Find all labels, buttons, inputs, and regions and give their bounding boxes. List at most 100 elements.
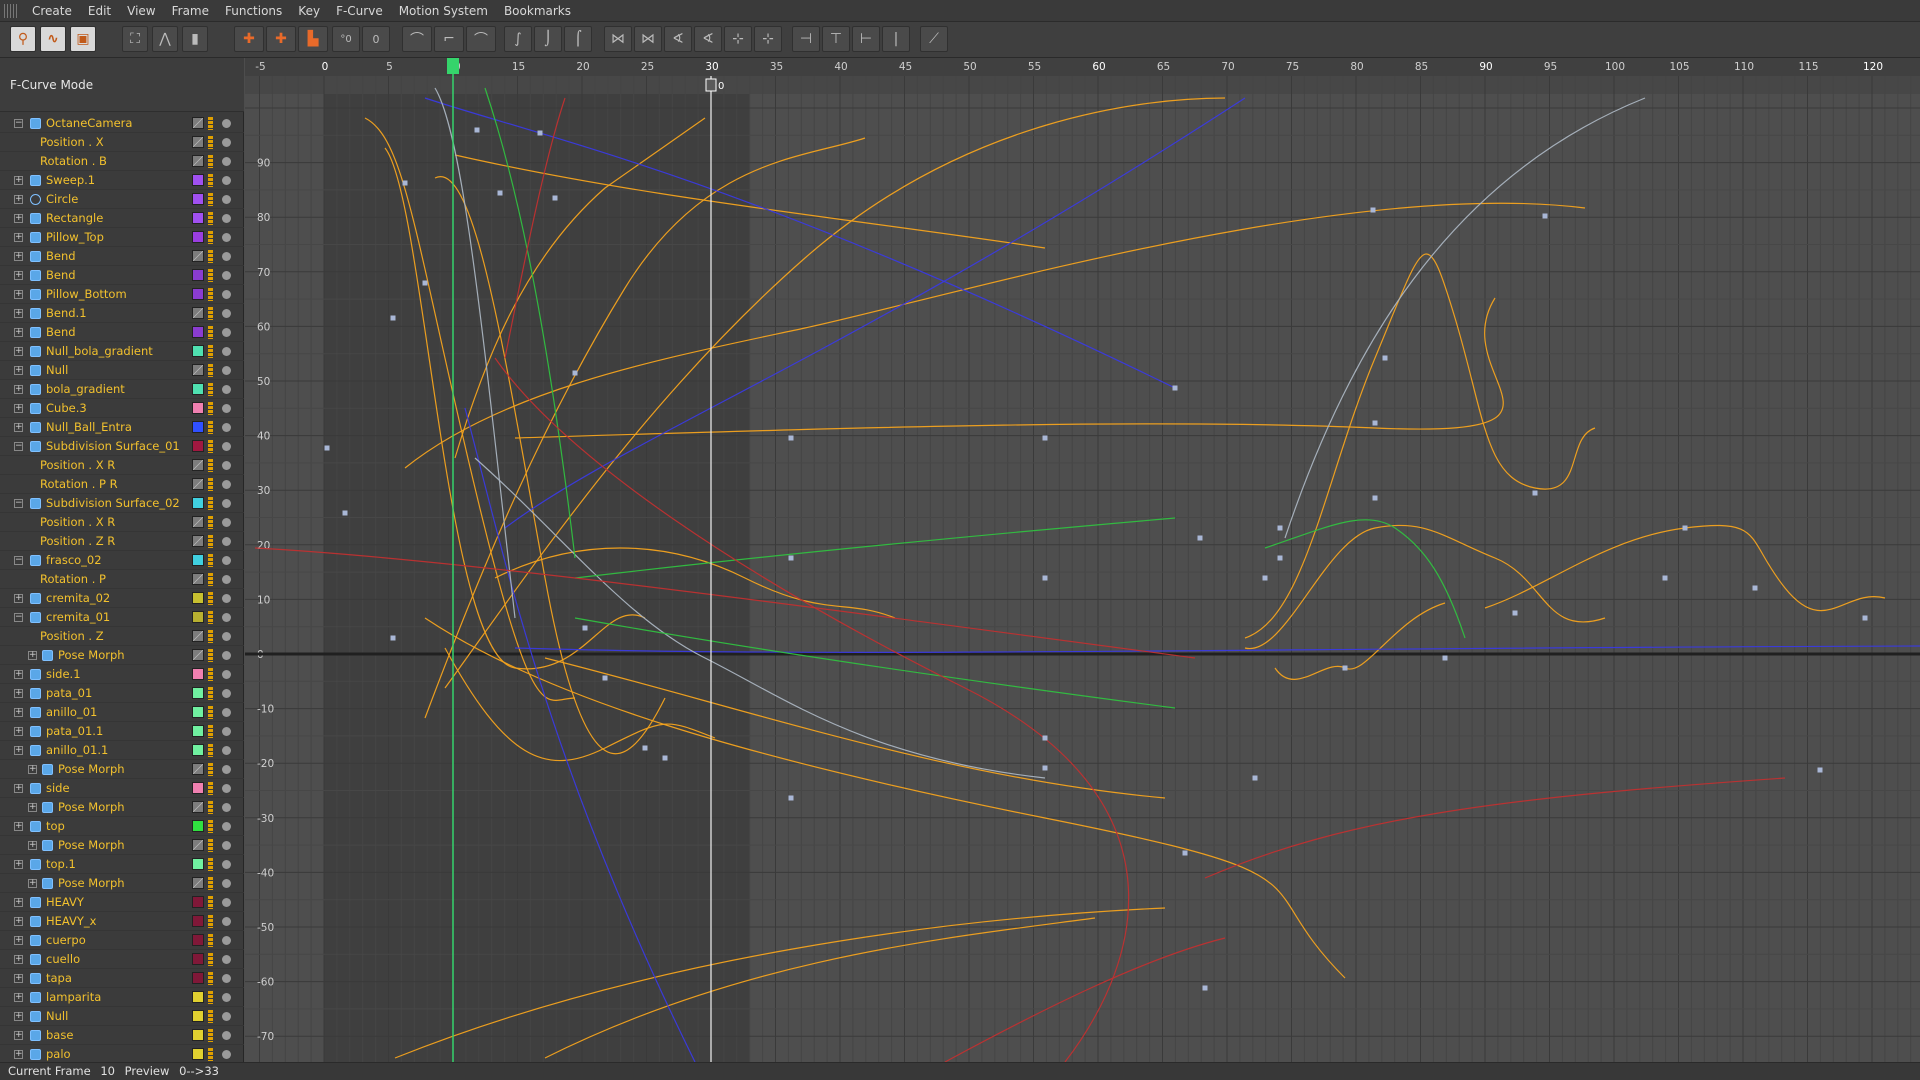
track-color-swatch[interactable]: [192, 402, 204, 414]
track-row[interactable]: + Pose Morph: [0, 798, 244, 817]
track-solo-toggle[interactable]: [222, 575, 231, 584]
track-solo-toggle[interactable]: [222, 917, 231, 926]
layer-button[interactable]: ⟋: [920, 26, 948, 52]
track-color-swatch[interactable]: [192, 953, 204, 965]
expand-icon[interactable]: +: [28, 765, 37, 774]
track-color-swatch[interactable]: [192, 991, 204, 1003]
menu-motion-system[interactable]: Motion System: [391, 0, 496, 22]
track-solo-toggle[interactable]: [222, 214, 231, 223]
track-solo-toggle[interactable]: [222, 233, 231, 242]
track-row[interactable]: + pata_01.1: [0, 722, 244, 741]
unify-tangents-button[interactable]: ⋈: [634, 26, 662, 52]
expand-icon[interactable]: +: [14, 328, 23, 337]
track-solo-toggle[interactable]: [222, 670, 231, 679]
track-solo-toggle[interactable]: [222, 347, 231, 356]
track-row[interactable]: + Rectangle: [0, 209, 244, 228]
menu-fcurve[interactable]: F-Curve: [328, 0, 391, 22]
menu-functions[interactable]: Functions: [217, 0, 290, 22]
track-color-swatch[interactable]: [192, 706, 204, 718]
expand-icon[interactable]: +: [14, 898, 23, 907]
track-color-swatch[interactable]: [192, 630, 204, 642]
track-row[interactable]: + base: [0, 1026, 244, 1045]
track-row[interactable]: + Bend: [0, 323, 244, 342]
track-color-swatch[interactable]: [192, 782, 204, 794]
track-solo-toggle[interactable]: [222, 442, 231, 451]
track-solo-toggle[interactable]: [222, 138, 231, 147]
snap-button[interactable]: ▮: [182, 26, 208, 52]
track-solo-toggle[interactable]: [222, 879, 231, 888]
track-solo-toggle[interactable]: [222, 537, 231, 546]
track-color-swatch[interactable]: [192, 231, 204, 243]
collapse-icon[interactable]: −: [14, 499, 23, 508]
expand-icon[interactable]: +: [14, 233, 23, 242]
expand-icon[interactable]: +: [14, 366, 23, 375]
track-row[interactable]: + Null: [0, 1007, 244, 1026]
track-solo-toggle[interactable]: [222, 822, 231, 831]
track-row[interactable]: + Bend: [0, 247, 244, 266]
track-color-swatch[interactable]: [192, 763, 204, 775]
track-solo-toggle[interactable]: [222, 480, 231, 489]
add-keys-button[interactable]: ✚: [266, 26, 296, 52]
track-row[interactable]: − Subdivision Surface_01: [0, 437, 244, 456]
track-row[interactable]: + tapa: [0, 969, 244, 988]
expand-icon[interactable]: +: [14, 195, 23, 204]
track-row[interactable]: + cuello: [0, 950, 244, 969]
track-row[interactable]: + anillo_01.1: [0, 741, 244, 760]
track-row[interactable]: Position . Z R: [0, 532, 244, 551]
track-solo-toggle[interactable]: [222, 556, 231, 565]
track-solo-toggle[interactable]: [222, 271, 231, 280]
break-tangents-button[interactable]: ⋈: [604, 26, 632, 52]
track-color-swatch[interactable]: [192, 877, 204, 889]
add-key-button[interactable]: ✚: [234, 26, 264, 52]
track-color-swatch[interactable]: [192, 516, 204, 528]
track-color-swatch[interactable]: [192, 345, 204, 357]
clamp-button[interactable]: ⊹: [754, 26, 782, 52]
track-solo-toggle[interactable]: [222, 499, 231, 508]
track-solo-toggle[interactable]: [222, 727, 231, 736]
track-color-swatch[interactable]: [192, 155, 204, 167]
track-solo-toggle[interactable]: [222, 784, 231, 793]
expand-icon[interactable]: +: [14, 176, 23, 185]
track-row[interactable]: + lamparita: [0, 988, 244, 1007]
track-solo-toggle[interactable]: [222, 651, 231, 660]
track-color-swatch[interactable]: [192, 288, 204, 300]
menu-bookmarks[interactable]: Bookmarks: [496, 0, 579, 22]
expand-icon[interactable]: +: [14, 423, 23, 432]
track-solo-toggle[interactable]: [222, 176, 231, 185]
delete-key-button[interactable]: ▙: [298, 26, 328, 52]
track-row[interactable]: + Circle: [0, 190, 244, 209]
track-color-swatch[interactable]: [192, 459, 204, 471]
expand-icon[interactable]: +: [14, 936, 23, 945]
expand-icon[interactable]: +: [14, 727, 23, 736]
track-row[interactable]: Position . X: [0, 133, 244, 152]
collapse-icon[interactable]: −: [14, 442, 23, 451]
expand-icon[interactable]: +: [14, 404, 23, 413]
track-color-swatch[interactable]: [192, 193, 204, 205]
zero-length-button[interactable]: 0: [362, 26, 390, 52]
motion-mode-button[interactable]: ▣: [70, 26, 96, 52]
track-color-swatch[interactable]: [192, 820, 204, 832]
track-solo-toggle[interactable]: [222, 309, 231, 318]
track-solo-toggle[interactable]: [222, 1050, 231, 1059]
expand-icon[interactable]: +: [14, 822, 23, 831]
track-solo-toggle[interactable]: [222, 1031, 231, 1040]
menu-frame[interactable]: Frame: [164, 0, 217, 22]
track-solo-toggle[interactable]: [222, 898, 231, 907]
track-solo-toggle[interactable]: [222, 157, 231, 166]
track-solo-toggle[interactable]: [222, 974, 231, 983]
step-button[interactable]: ⌒: [466, 26, 496, 52]
track-row[interactable]: Position . X R: [0, 513, 244, 532]
menu-grip-icon[interactable]: [4, 3, 18, 18]
track-row[interactable]: Rotation . P R: [0, 475, 244, 494]
track-color-swatch[interactable]: [192, 1029, 204, 1041]
track-row[interactable]: − frasco_02: [0, 551, 244, 570]
track-row[interactable]: − Subdivision Surface_02: [0, 494, 244, 513]
track-color-swatch[interactable]: [192, 174, 204, 186]
track-solo-toggle[interactable]: [222, 594, 231, 603]
track-color-swatch[interactable]: [192, 573, 204, 585]
track-color-swatch[interactable]: [192, 611, 204, 623]
break-button[interactable]: |: [882, 26, 910, 52]
track-color-swatch[interactable]: [192, 117, 204, 129]
track-row[interactable]: − cremita_01: [0, 608, 244, 627]
track-color-swatch[interactable]: [192, 839, 204, 851]
